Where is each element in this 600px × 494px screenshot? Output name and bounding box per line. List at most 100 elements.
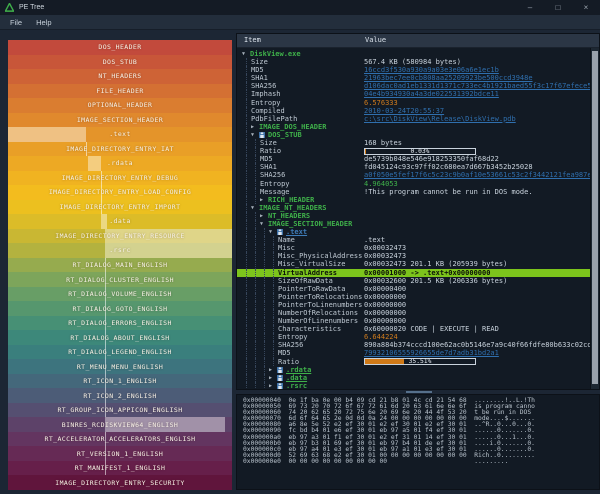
- map-row[interactable]: RT_DIALOG_MAIN_ENGLISH: [8, 257, 232, 273]
- tree-row[interactable]: ▶ IMAGE_DOS_HEADER: [237, 122, 590, 131]
- tree-row[interactable]: Compiled 2010-03-24T20:55:37: [237, 106, 590, 115]
- tree-row-label[interactable]: .rdata: [286, 366, 311, 374]
- tree-row[interactable]: SHA256 890a884b374cccd100e62ac0b5146e7a9c…: [237, 341, 590, 350]
- tree-row-label[interactable]: .rsrc: [286, 382, 307, 389]
- map-row[interactable]: .rdata: [8, 156, 232, 171]
- tree-row[interactable]: Characteristics 0x60000020 CODE | EXECUTE…: [237, 325, 590, 334]
- tree-row[interactable]: SHA1 21963bec7ee0cb808aa25209923be500ccd3…: [237, 74, 590, 83]
- tree-row[interactable]: NumberOfRelocations 0x00000000: [237, 309, 590, 318]
- expander-expand-icon[interactable]: ▶: [269, 374, 272, 382]
- expander-collapse-icon[interactable]: ▼: [269, 228, 272, 236]
- minimize-button[interactable]: –: [516, 0, 544, 15]
- map-row[interactable]: FILE_HEADER: [8, 83, 232, 99]
- map-row[interactable]: RT_DIALOG_ERRORS_ENGLISH: [8, 315, 232, 331]
- map-row[interactable]: RT_MANIFEST_1_ENGLISH: [8, 460, 232, 476]
- expander-collapse-icon[interactable]: ▼: [251, 204, 254, 212]
- map-row[interactable]: RT_ACCELERATOR_ACCELERATORS_ENGLISH: [8, 431, 232, 447]
- splitter-grip-icon[interactable]: [406, 391, 432, 393]
- map-row[interactable]: DOS_HEADER: [8, 40, 232, 55]
- expander-collapse-icon[interactable]: ▼: [242, 50, 245, 58]
- tree-scrollbar[interactable]: [590, 48, 599, 389]
- tree-row[interactable]: Ratio 0.03%: [237, 147, 590, 156]
- map-row[interactable]: RT_DIALOG_ABOUT_ENGLISH: [8, 330, 232, 345]
- close-button[interactable]: ×: [572, 0, 600, 15]
- map-row[interactable]: DOS_STUB: [8, 54, 232, 70]
- map-row[interactable]: RT_MENU_MENU_ENGLISH: [8, 359, 232, 374]
- tree-row-value[interactable]: a0f050e5fef17f6c5c23c9b0af10e53661c53c2f…: [364, 171, 590, 179]
- map-row[interactable]: IMAGE_DIRECTORY_ENTRY_IMPORT: [8, 199, 232, 215]
- map-row[interactable]: RT_GROUP_ICON_APPICON_ENGLISH: [8, 402, 232, 418]
- expander-expand-icon[interactable]: ▶: [260, 212, 263, 220]
- expander-expand-icon[interactable]: ▶: [251, 123, 254, 131]
- map-row[interactable]: RT_DIALOG_LEGEND_ENGLISH: [8, 344, 232, 360]
- expander-collapse-icon[interactable]: ▼: [251, 131, 254, 139]
- map-row[interactable]: RT_ICON_1_ENGLISH: [8, 373, 232, 389]
- tree-row[interactable]: Message !This program cannot be run in DO…: [237, 187, 590, 196]
- map-row[interactable]: RT_VERSION_1_ENGLISH: [8, 446, 232, 461]
- map-row[interactable]: BINRES_RCDISKVIEW64_ENGLISH: [8, 417, 232, 432]
- tree-row-label[interactable]: .text: [286, 228, 307, 236]
- tree-row[interactable]: ▼ DiskView.exe: [237, 50, 590, 58]
- tree-row[interactable]: PointerToRelocations 0x00000000: [237, 292, 590, 301]
- tree-row[interactable]: Imphash 04e4b934930a4a3de022531392bdce11: [237, 90, 590, 99]
- tree-row[interactable]: Misc 0x00032473: [237, 244, 590, 253]
- tree-row[interactable]: ▼ DOS_STUB: [237, 130, 590, 140]
- map-row[interactable]: IMAGE_DIRECTORY_ENTRY_SECURITY: [8, 475, 232, 490]
- tree-scrollbar-thumb[interactable]: [592, 51, 598, 384]
- tree-row[interactable]: Ratio 35.51%: [237, 357, 590, 366]
- tree-row[interactable]: PdbFilePath c:\src\DiskView\Release\DiskV…: [237, 114, 590, 123]
- tree-row-value[interactable]: 2010-03-24T20:55:37: [364, 107, 444, 115]
- map-row[interactable]: IMAGE_DIRECTORY_ENTRY_LOAD_CONFIG: [8, 185, 232, 200]
- map-row[interactable]: OPTIONAL_HEADER: [8, 98, 232, 113]
- tree-row-value[interactable]: c:\src\DiskView\Release\DiskView.pdb: [364, 115, 516, 123]
- tree-row[interactable]: ▶ NT_HEADERS: [237, 211, 590, 220]
- tree-row[interactable]: Misc_VirtualSize 0x00032473 201.1 KB (205…: [237, 260, 590, 269]
- tree-row[interactable]: PointerToLinenumbers 0x00000000: [237, 300, 590, 309]
- tree-row[interactable]: ▶ .rdata: [237, 365, 590, 374]
- map-row[interactable]: IMAGE_DIRECTORY_ENTRY_DEBUG: [8, 170, 232, 186]
- tree-row[interactable]: Entropy 4.964053: [237, 179, 590, 188]
- tree-row-value[interactable]: 16ccd3f530a930a9a03e3e06a6e1ec1b: [364, 66, 499, 74]
- map-row[interactable]: RT_DIALOG_CLUSTER_ENGLISH: [8, 272, 232, 287]
- tree-row[interactable]: VirtualAddress 0x00001000 -> .text+0x0000…: [237, 268, 590, 277]
- tree-row-value[interactable]: 04e4b934930a4a3de022531392bdce11: [364, 90, 499, 98]
- menu-help[interactable]: Help: [30, 16, 57, 29]
- map-row[interactable]: RT_ICON_2_ENGLISH: [8, 388, 232, 403]
- tree-row[interactable]: ▼ IMAGE_SECTION_HEADER: [237, 219, 590, 229]
- tree-row[interactable]: ▼ IMAGE_NT_HEADERS: [237, 203, 590, 212]
- menu-file[interactable]: File: [4, 16, 28, 29]
- tree-row[interactable]: ▼ .text: [237, 228, 590, 237]
- map-row[interactable]: IMAGE_DIRECTORY_ENTRY_IAT: [8, 141, 232, 157]
- map-row[interactable]: .rsrc: [8, 243, 232, 258]
- map-row[interactable]: IMAGE_SECTION_HEADER: [8, 112, 232, 128]
- map-row[interactable]: IMAGE_DIRECTORY_ENTRY_RESOURCE: [8, 228, 232, 244]
- expander-collapse-icon[interactable]: ▼: [260, 220, 263, 228]
- tree-row[interactable]: SizeOfRawData 0x00032600 201.5 KB (206336…: [237, 276, 590, 285]
- tree-column-item[interactable]: Item: [244, 36, 261, 44]
- tree-row[interactable]: Name .text: [237, 236, 590, 245]
- map-row[interactable]: RT_DIALOG_GOTO_ENGLISH: [8, 301, 232, 316]
- tree-row[interactable]: MD5 79932106555926655de7d7adb31bd2a1: [237, 349, 590, 358]
- map-row[interactable]: NT_HEADERS: [8, 69, 232, 84]
- tree-row[interactable]: MD5 de5739b048e546e918253350faf68d22: [237, 155, 590, 164]
- tree-column-value[interactable]: Value: [365, 36, 386, 44]
- map-row[interactable]: RT_DIALOG_VOLUME_ENGLISH: [8, 286, 232, 302]
- tree-row[interactable]: ▶ .rsrc: [237, 381, 590, 389]
- tree-row-value[interactable]: 79932106555926655de7d7adb31bd2a1: [364, 349, 499, 357]
- tree-row[interactable]: Size 567.4 KB (580984 bytes): [237, 58, 590, 67]
- tree-row[interactable]: Entropy 6.644224: [237, 333, 590, 342]
- tree-row[interactable]: ▶ RICH_HEADER: [237, 195, 590, 204]
- tree-row[interactable]: Entropy 6.576333: [237, 98, 590, 107]
- map-row[interactable]: .text: [8, 127, 232, 142]
- tree-row[interactable]: SHA256 a0f050e5fef17f6c5c23c9b0af10e53661…: [237, 171, 590, 180]
- maximize-button[interactable]: □: [544, 0, 572, 15]
- tree-row[interactable]: PointerToRawData 0x00000400: [237, 284, 590, 293]
- tree-row[interactable]: Size 168 bytes: [237, 139, 590, 148]
- tree-row-value[interactable]: 21963bec7ee0cb808aa25209923be500ccd3948e: [364, 74, 533, 82]
- expander-expand-icon[interactable]: ▶: [269, 382, 272, 389]
- map-row[interactable]: .data: [8, 214, 232, 229]
- tree-row-label[interactable]: .data: [286, 374, 307, 382]
- expander-expand-icon[interactable]: ▶: [269, 366, 272, 374]
- tree-row[interactable]: SHA1 fd045124c93c97ff02c680ea7d667b3452b2…: [237, 163, 590, 172]
- tree-row[interactable]: SHA256 d106dac0ad1eb1331d1371c733ec4b1921…: [237, 82, 590, 91]
